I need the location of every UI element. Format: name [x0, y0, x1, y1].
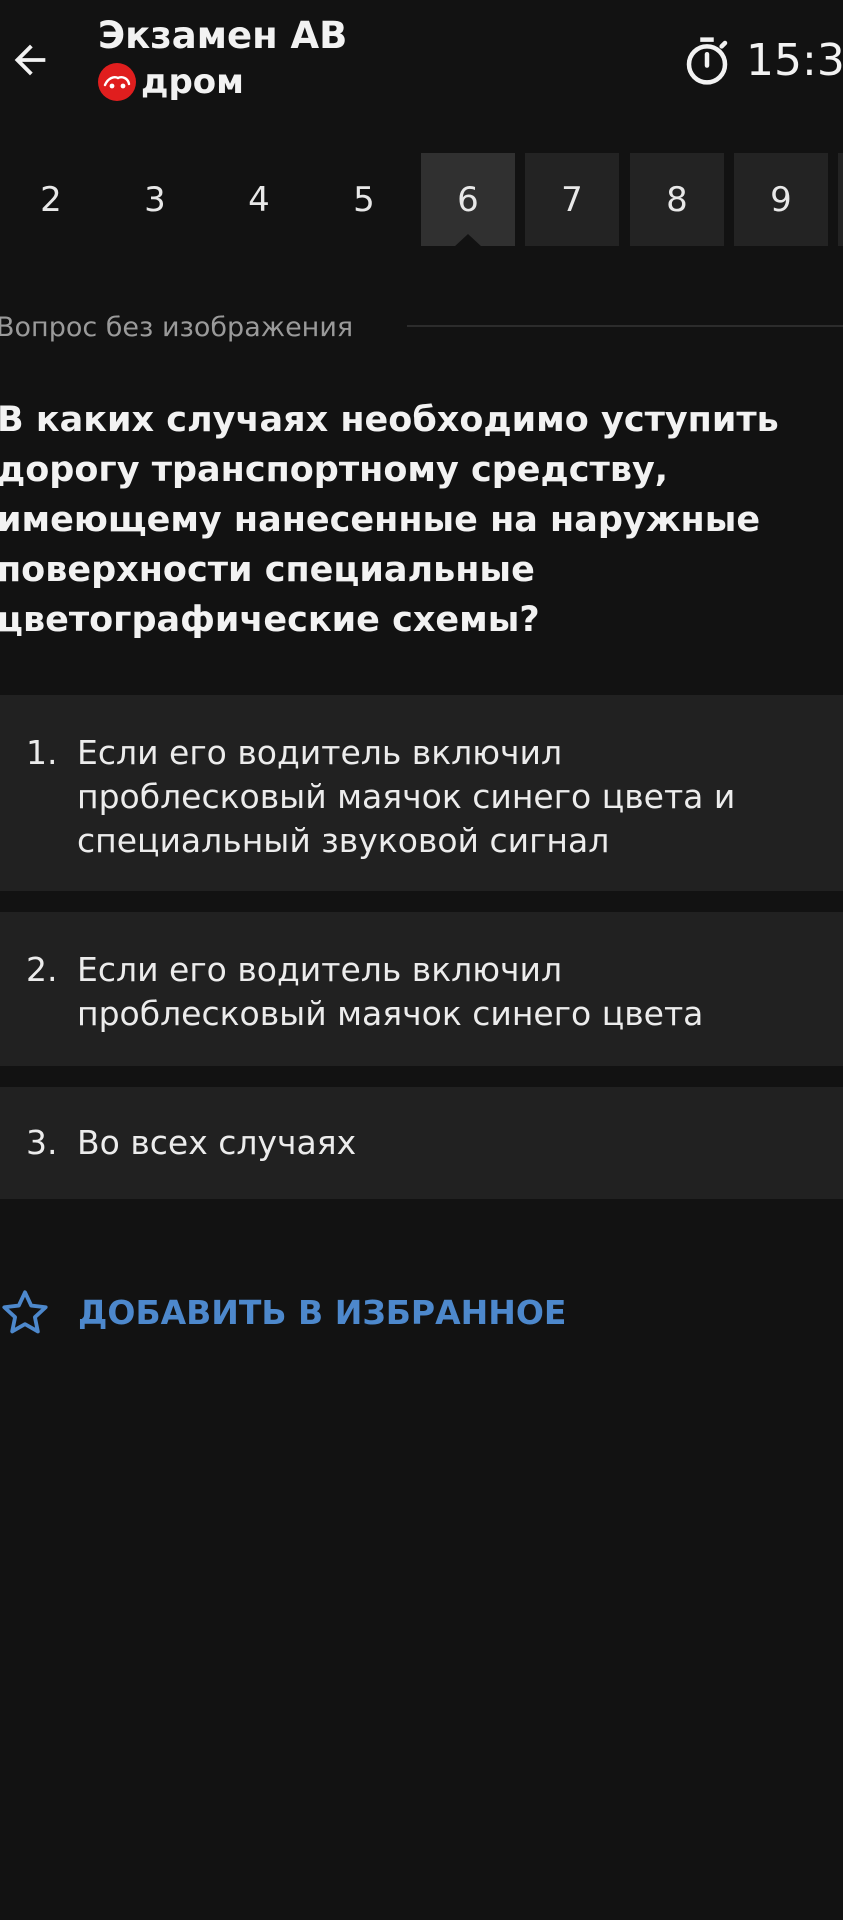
- question-number-item[interactable]: 5: [317, 153, 411, 246]
- car-icon: [103, 76, 131, 89]
- question-number-item-active[interactable]: 6: [421, 153, 515, 247]
- arrow-left-icon: [14, 44, 46, 76]
- question-number-item[interactable]: 3: [108, 153, 202, 246]
- answer-number: 3.: [26, 1123, 58, 1162]
- question-number-item[interactable]: 8: [630, 153, 724, 246]
- page-title: Экзамен АВ: [98, 14, 348, 57]
- answer-number: 1.: [26, 733, 58, 772]
- section-label: Вопрос без изображения: [0, 312, 354, 343]
- answer-text: Если его водитель включил проблесковый м…: [77, 950, 704, 1033]
- question-number-item[interactable]: 7: [525, 153, 619, 246]
- title-block: Экзамен АВ дром: [98, 12, 347, 104]
- answer-text: Если его водитель включил проблесковый м…: [77, 733, 736, 860]
- question-number-item-next[interactable]: [838, 153, 843, 246]
- brand-row: дром: [98, 60, 347, 104]
- answer-text: Во всех случаях: [77, 1123, 357, 1162]
- brand-logo-icon: [98, 63, 136, 101]
- timer-text: 15:3: [746, 35, 843, 86]
- section-divider: [407, 325, 843, 327]
- exam-screen: Экзамен АВ дром 15:3 2 3 4 5 6 7 8 9 Воп…: [0, 0, 843, 1920]
- app-bar: Экзамен АВ дром 15:3: [0, 0, 843, 130]
- answer-option-2[interactable]: 2. Если его водитель включил проблесковы…: [0, 912, 843, 1066]
- add-to-favorites-label: ДОБАВИТЬ В ИЗБРАННОЕ: [78, 1293, 567, 1332]
- answer-option-3[interactable]: 3. Во всех случаях: [0, 1087, 843, 1199]
- answer-number: 2.: [26, 950, 58, 989]
- brand-name: дром: [141, 62, 244, 102]
- stopwatch-icon: [686, 37, 728, 85]
- question-text: В каких случаях необходимо уступить доро…: [0, 400, 779, 640]
- timer: 15:3: [680, 24, 843, 98]
- question-number-item[interactable]: 9: [734, 153, 828, 246]
- question-number-item[interactable]: 4: [212, 153, 306, 246]
- question-number-strip[interactable]: 2 3 4 5 6 7 8 9: [0, 153, 843, 253]
- answer-option-1[interactable]: 1. Если его водитель включил проблесковы…: [0, 695, 843, 891]
- question-number-item[interactable]: 2: [4, 153, 98, 246]
- add-to-favorites-button[interactable]: ДОБАВИТЬ В ИЗБРАННОЕ: [0, 1285, 566, 1341]
- back-button[interactable]: [0, 18, 60, 102]
- star-outline-icon: [2, 1290, 48, 1334]
